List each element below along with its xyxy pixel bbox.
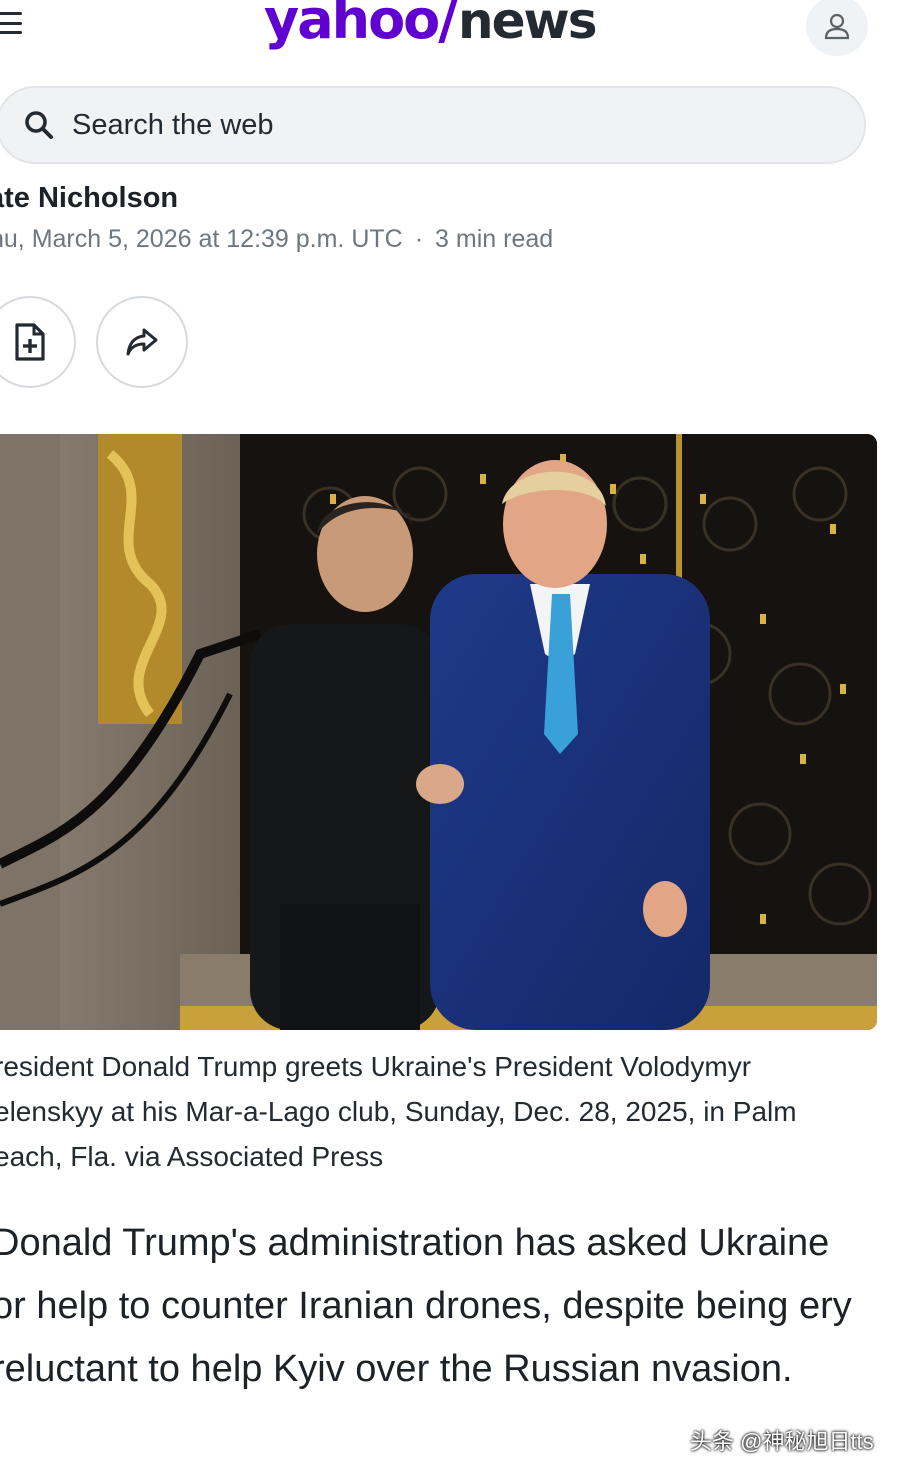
read-time: 3 min read [435,225,554,253]
article-lead-paragraph: Donald Trump's administration has asked … [0,1222,852,1390]
share-arrow-icon [126,328,158,356]
article-date: hu, March 5, 2026 at 12:39 p.m. UTC [0,225,403,253]
article-photo [0,434,877,1030]
meta-separator: · [414,225,424,253]
article-author[interactable]: ate Nicholson [0,182,178,215]
logo-news-text: news [458,0,597,50]
article-meta: hu, March 5, 2026 at 12:39 p.m. UTC · 3 mi… [0,225,553,254]
user-account-icon [824,13,850,40]
share-button[interactable] [96,296,188,388]
image-caption: resident Donald Trump greets Ukraine's P… [0,1051,797,1172]
user-account-button[interactable] [806,0,868,56]
search-icon [25,111,53,139]
save-article-button[interactable] [0,296,76,388]
add-document-icon [15,323,45,361]
search-bar[interactable] [0,86,866,164]
logo-yahoo-text: yahoo/ [264,0,458,51]
hamburger-menu-icon[interactable] [0,8,24,38]
yahoo-news-logo[interactable]: yahoo/ news [264,0,597,58]
watermark-text: 头条 @神秘旭日tts [690,1429,874,1454]
search-input[interactable] [72,108,672,142]
